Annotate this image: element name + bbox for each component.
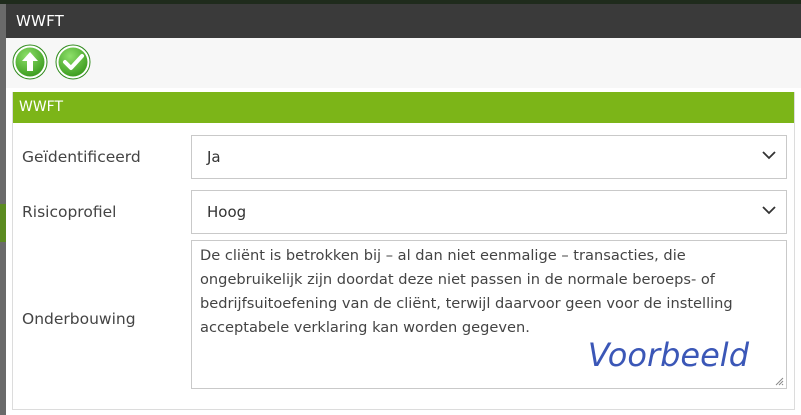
risk-profile-value: Hoog xyxy=(207,203,247,221)
wwft-section: WWFT Geïdentificeerd Ja Risicoprofiel Ho… xyxy=(12,92,795,410)
justification-label: Onderbouwing xyxy=(22,310,136,328)
risk-profile-select[interactable]: Hoog xyxy=(191,190,787,234)
justification-textarea[interactable]: De cliënt is betrokken bij – al dan niet… xyxy=(191,240,787,389)
section-header: WWFT xyxy=(13,92,794,123)
resize-grip-icon[interactable] xyxy=(774,376,784,386)
window-title: WWFT xyxy=(6,4,801,38)
identified-select[interactable]: Ja xyxy=(191,135,787,179)
risk-profile-label: Risicoprofiel xyxy=(22,203,117,221)
dialog-window: WWFT WWFT Geïdentificeerd Ja Risicoprofi… xyxy=(6,4,801,415)
chevron-down-icon xyxy=(762,206,776,215)
justification-text: De cliënt is betrokken bij – al dan niet… xyxy=(200,247,733,336)
toolbar xyxy=(6,38,801,88)
confirm-button[interactable] xyxy=(55,44,91,80)
identified-label: Geïdentificeerd xyxy=(22,148,141,166)
checkmark-icon xyxy=(55,44,91,80)
identified-value: Ja xyxy=(207,148,221,166)
chevron-down-icon xyxy=(762,151,776,160)
up-arrow-button[interactable] xyxy=(12,44,48,80)
up-arrow-icon xyxy=(12,44,48,80)
example-watermark: Voorbeeld xyxy=(587,336,749,374)
